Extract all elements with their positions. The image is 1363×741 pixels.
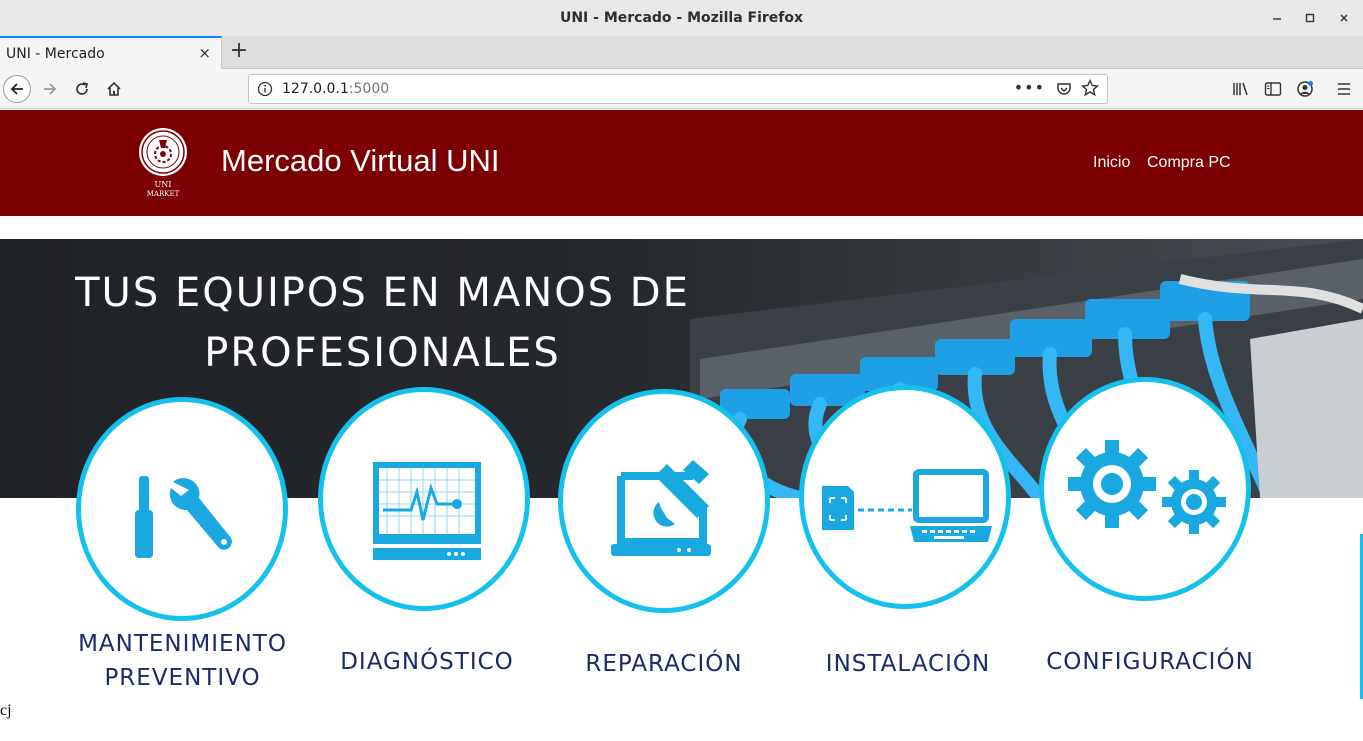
close-icon bbox=[1340, 14, 1348, 22]
navigation-toolbar: 127.0.0.1:5000 ••• bbox=[0, 69, 1363, 109]
logo-uni-text: UNI bbox=[155, 180, 172, 189]
service-diagnostico-circle[interactable] bbox=[318, 387, 530, 611]
library-icon[interactable] bbox=[1231, 79, 1251, 99]
reload-button[interactable] bbox=[68, 75, 96, 103]
laptop-repair-icon bbox=[611, 460, 711, 556]
window-title: UNI - Mercado - Mozilla Firefox bbox=[559, 10, 804, 26]
diagnostic-monitor-icon bbox=[373, 462, 481, 560]
window-titlebar: UNI - Mercado - Mozilla Firefox bbox=[0, 0, 1363, 36]
nav-inicio-link[interactable]: Inicio bbox=[1093, 154, 1130, 172]
forward-button[interactable] bbox=[36, 75, 64, 103]
uni-market-logo[interactable]: UNI MARKET bbox=[137, 126, 189, 202]
tab-close-icon[interactable]: × bbox=[198, 44, 211, 62]
service-mantenimiento-circle[interactable] bbox=[76, 397, 288, 621]
tab-label: UNI - Mercado bbox=[6, 45, 105, 62]
tools-icon bbox=[135, 476, 232, 558]
minimize-button[interactable] bbox=[1260, 0, 1294, 36]
url-bar[interactable]: 127.0.0.1:5000 ••• bbox=[248, 74, 1108, 104]
menu-icon[interactable] bbox=[1334, 79, 1354, 99]
service-mantenimiento-label: MANTENIMIENTO PREVENTIVO bbox=[60, 627, 305, 695]
tab-strip: UNI - Mercado × + bbox=[0, 36, 1363, 69]
service-label-line-1: REPARACIÓN bbox=[585, 651, 743, 677]
page-actions-icon[interactable]: ••• bbox=[1014, 78, 1045, 97]
bookmark-star-icon[interactable] bbox=[1080, 78, 1100, 101]
new-tab-button[interactable]: + bbox=[228, 39, 250, 65]
sidebar-icon[interactable] bbox=[1263, 79, 1283, 99]
back-button[interactable] bbox=[3, 75, 31, 103]
close-window-button[interactable] bbox=[1327, 0, 1361, 36]
site-info-icon[interactable] bbox=[257, 81, 273, 101]
service-reparacion-circle[interactable] bbox=[558, 389, 770, 613]
service-diagnostico-label: DIAGNÓSTICO bbox=[318, 645, 536, 679]
service-configuracion-circle[interactable] bbox=[1039, 377, 1251, 601]
headline-line-2: PROFESIONALES bbox=[204, 330, 561, 376]
service-configuracion-label: CONFIGURACIÓN bbox=[1024, 645, 1276, 679]
site-header: UNI MARKET Mercado Virtual UNI Inicio Co… bbox=[0, 110, 1363, 216]
banner-headline: TUS EQUIPOS EN MANOS DE PROFESIONALES bbox=[0, 263, 765, 383]
tab-uni-mercado[interactable]: UNI - Mercado × bbox=[0, 36, 222, 69]
pocket-icon[interactable] bbox=[1055, 80, 1073, 102]
service-instalacion-label: INSTALACIÓN bbox=[794, 647, 1022, 681]
stray-text: cj bbox=[0, 702, 12, 719]
logo-market-text: MARKET bbox=[147, 190, 180, 198]
service-label-line-1: MANTENIMIENTO bbox=[78, 631, 287, 657]
reload-icon bbox=[76, 82, 89, 95]
home-button[interactable] bbox=[100, 75, 128, 103]
gears-icon bbox=[1068, 440, 1226, 534]
service-label-line-1: CONFIGURACIÓN bbox=[1046, 649, 1254, 675]
sim-to-laptop-icon bbox=[822, 469, 992, 542]
site-title[interactable]: Mercado Virtual UNI bbox=[221, 143, 500, 179]
maximize-button[interactable] bbox=[1293, 0, 1327, 36]
account-icon[interactable] bbox=[1295, 79, 1315, 99]
url-port: :5000 bbox=[348, 81, 390, 97]
services-banner: TUS EQUIPOS EN MANOS DE PROFESIONALES MA… bbox=[0, 239, 1363, 701]
service-reparacion-label: REPARACIÓN bbox=[558, 647, 770, 681]
service-instalacion-circle[interactable] bbox=[799, 385, 1011, 609]
url-text[interactable]: 127.0.0.1:5000 bbox=[282, 81, 389, 97]
maximize-icon bbox=[1305, 13, 1315, 23]
service-label-line-1: INSTALACIÓN bbox=[825, 651, 991, 677]
home-icon bbox=[107, 81, 121, 96]
minimize-icon bbox=[1273, 18, 1281, 20]
headline-line-1: TUS EQUIPOS EN MANOS DE bbox=[75, 270, 690, 316]
url-host: 127.0.0.1 bbox=[282, 81, 349, 97]
nav-compra-pc-link[interactable]: Compra PC bbox=[1147, 154, 1231, 172]
forward-arrow-icon bbox=[44, 83, 57, 95]
back-arrow-icon bbox=[10, 83, 23, 95]
service-label-line-2: PREVENTIVO bbox=[104, 665, 261, 691]
service-label-line-1: DIAGNÓSTICO bbox=[340, 649, 514, 675]
